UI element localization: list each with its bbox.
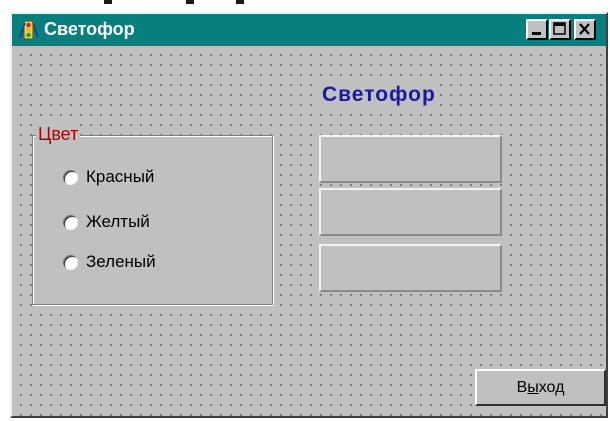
close-button[interactable] (574, 19, 596, 40)
title-bar[interactable]: Светофор (12, 14, 606, 46)
groupbox-legend: Цвет (36, 124, 81, 145)
green-light-panel (319, 244, 502, 292)
radio-button[interactable] (63, 214, 78, 230)
maximize-button[interactable] (549, 19, 571, 40)
exit-label-accel: ы (527, 379, 539, 396)
traffic-light-icon (19, 20, 39, 40)
close-icon (579, 23, 590, 35)
radio-label: Красный (86, 167, 155, 186)
maximize-icon (553, 22, 566, 35)
app-window: Светофор Светофор Цвет Красный Желтый Зе… (10, 12, 608, 418)
radio-option-red[interactable]: Красный (63, 166, 154, 188)
radio-button[interactable] (63, 169, 78, 185)
radio-button[interactable] (63, 254, 78, 270)
color-groupbox: Цвет Красный Желтый Зеленый (32, 124, 273, 305)
minimize-button[interactable] (526, 19, 548, 40)
exit-button[interactable]: Выход (475, 369, 606, 406)
minimize-icon (532, 32, 541, 35)
form-client-area: Светофор Цвет Красный Желтый Зеленый Вых… (12, 46, 606, 416)
radio-label: Желтый (86, 212, 150, 231)
background-fragment (186, 0, 194, 4)
background-fragment (104, 0, 112, 4)
window-title: Светофор (44, 19, 135, 39)
red-light-panel (319, 135, 502, 183)
yellow-light-panel (319, 188, 502, 236)
page-title: Светофор (320, 83, 438, 107)
exit-label-after: ход (538, 379, 565, 396)
exit-label-before: В (516, 379, 528, 396)
radio-option-yellow[interactable]: Желтый (63, 211, 150, 233)
radio-option-green[interactable]: Зеленый (63, 251, 156, 273)
radio-label: Зеленый (86, 252, 156, 271)
background-fragment (236, 0, 244, 4)
